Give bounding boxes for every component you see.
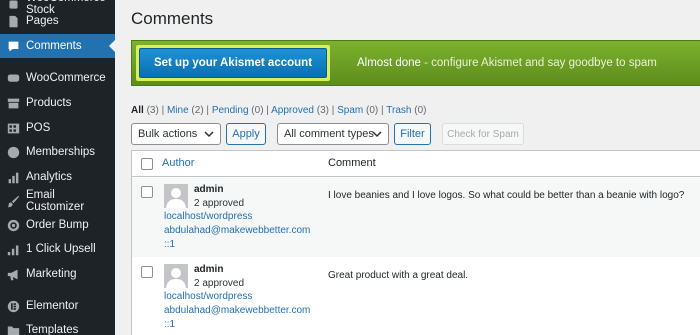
avatar (164, 184, 188, 208)
table-header: Author Comment (132, 151, 700, 177)
row-checkbox[interactable] (141, 186, 153, 198)
sidebar-item-label: Comments (26, 40, 82, 52)
author-email[interactable]: abdulahad@makewebbetter.com (164, 305, 310, 316)
megaphone-icon (6, 267, 20, 281)
page-icon (6, 14, 20, 28)
sidebar-item-marketing[interactable]: Marketing (0, 262, 115, 286)
elementor-icon (6, 299, 20, 313)
filter-spam[interactable]: Spam (337, 105, 363, 116)
filter-separator: | (158, 105, 167, 116)
filter-trash-count: (0) (414, 105, 427, 116)
filter-all-count: (3) (146, 105, 159, 116)
author-name[interactable]: admin (194, 264, 223, 275)
comment-type-value: All comment types (284, 128, 374, 140)
sidebar-item-label: 1 Click Upsell (26, 243, 96, 255)
sidebar-item-woocommerce[interactable]: WooCommerce (0, 66, 115, 90)
table-row: admin 2 approved localhost/wordpress abd… (132, 178, 700, 257)
filter-approved-count: (3) (316, 105, 329, 116)
pos-icon (6, 121, 20, 135)
filter-button[interactable]: Filter (394, 123, 431, 145)
author-approved-count[interactable]: 2 approved (194, 278, 244, 289)
comment-status-filters: All (3) | Mine (2) | Pending (0) | Appro… (131, 105, 426, 116)
akismet-message-bold: Almost done (357, 57, 421, 69)
check-spam-button[interactable]: Check for Spam (442, 123, 524, 145)
sidebar-item-memberships[interactable]: Memberships (0, 140, 115, 164)
author-url[interactable]: localhost/wordpress (164, 291, 252, 302)
avatar (164, 264, 188, 288)
woo-icon (6, 71, 20, 85)
chevron-down-icon (204, 131, 214, 138)
filter-pending[interactable]: Pending (212, 105, 249, 116)
author-url[interactable]: localhost/wordpress (164, 211, 252, 222)
folder-icon (6, 323, 20, 335)
sidebar-item-1-click-upsell[interactable]: 1 Click Upsell (0, 237, 115, 261)
admin-sidebar: WooCommerce Stock Pages Comments WooComm… (0, 0, 115, 335)
comment-text: I love beanies and I love logos. So what… (328, 190, 685, 201)
apply-button[interactable]: Apply (226, 123, 266, 145)
author-name[interactable]: admin (194, 184, 223, 195)
sidebar-item-label: Analytics (26, 171, 73, 183)
filter-all[interactable]: All (131, 105, 144, 116)
akismet-setup-button[interactable]: Set up your Akismet account (139, 48, 327, 78)
filter-trash[interactable]: Trash (386, 105, 411, 116)
filter-approved[interactable]: Approved (271, 105, 314, 116)
akismet-message-rest: - configure Akismet and say goodbye to s… (420, 57, 657, 69)
sidebar-item-label: Memberships (26, 146, 96, 158)
comment-type-select[interactable]: All comment types (277, 123, 389, 145)
row-checkbox[interactable] (141, 266, 153, 278)
brush-icon (6, 194, 20, 208)
filter-mine[interactable]: Mine (167, 105, 189, 116)
filter-separator: | (328, 105, 338, 116)
chart-icon (6, 170, 20, 184)
main-content: Comments Set up your Akismet account Alm… (115, 0, 700, 335)
bulk-actions-select[interactable]: Bulk actions (131, 123, 221, 145)
sidebar-item-order-bump[interactable]: Order Bump (0, 213, 115, 237)
sidebar-item-pos[interactable]: POS (0, 116, 115, 140)
column-author[interactable]: Author (162, 157, 194, 169)
sidebar-item-label: Email Customizer (26, 189, 85, 213)
comment-text: Great product with a great deal. (328, 270, 469, 281)
filter-spam-count: (0) (366, 105, 379, 116)
filter-mine-count: (2) (191, 105, 204, 116)
target-icon (6, 218, 20, 232)
filter-separator: | (203, 105, 212, 116)
table-row: admin 2 approved localhost/wordpress abd… (132, 258, 700, 335)
sidebar-item-analytics[interactable]: Analytics (0, 165, 115, 189)
author-email[interactable]: abdulahad@makewebbetter.com (164, 225, 310, 236)
sidebar-item-label: Marketing (26, 268, 77, 280)
akismet-message: Almost done - configure Akismet and say … (357, 57, 657, 69)
chart-bar-icon (6, 242, 20, 256)
archive-icon (6, 96, 20, 110)
sidebar-item-email-customizer[interactable]: Email Customizer (0, 189, 115, 213)
sidebar-item-pages[interactable]: Pages (0, 9, 115, 33)
sidebar-item-label: Order Bump (26, 219, 89, 231)
default-avatar-icon (164, 184, 188, 208)
sidebar-item-products[interactable]: Products (0, 91, 115, 115)
filter-pending-count: (0) (251, 105, 264, 116)
author-approved-count[interactable]: 2 approved (194, 198, 244, 209)
select-all-checkbox[interactable] (141, 158, 153, 170)
akismet-button-frame: Set up your Akismet account (136, 45, 330, 81)
sidebar-item-label: Elementor (26, 300, 79, 312)
sidebar-item-comments[interactable]: Comments (0, 34, 115, 58)
author-ip[interactable]: ::1 (164, 239, 175, 250)
membership-icon (6, 145, 20, 159)
default-avatar-icon (164, 264, 188, 288)
sidebar-item-templates[interactable]: Templates (0, 318, 115, 335)
sidebar-item-elementor[interactable]: Elementor (0, 294, 115, 318)
bulk-actions-value: Bulk actions (138, 128, 198, 140)
chevron-down-icon (372, 131, 382, 138)
page-title: Comments (131, 9, 214, 28)
comment-icon (6, 39, 20, 53)
sidebar-item-label: POS (26, 122, 51, 134)
column-comment: Comment (328, 157, 376, 169)
sidebar-item-label: Templates (26, 324, 79, 335)
filter-separator: | (263, 105, 272, 116)
author-ip[interactable]: ::1 (164, 319, 175, 330)
akismet-banner: Set up your Akismet account Almost done … (131, 40, 700, 86)
sidebar-item-label: WooCommerce (26, 72, 106, 84)
sidebar-item-label: Pages (26, 15, 59, 27)
sidebar-item-label: Products (26, 97, 72, 109)
comments-table: Author Comment admin 2 approved localhos… (131, 150, 700, 335)
